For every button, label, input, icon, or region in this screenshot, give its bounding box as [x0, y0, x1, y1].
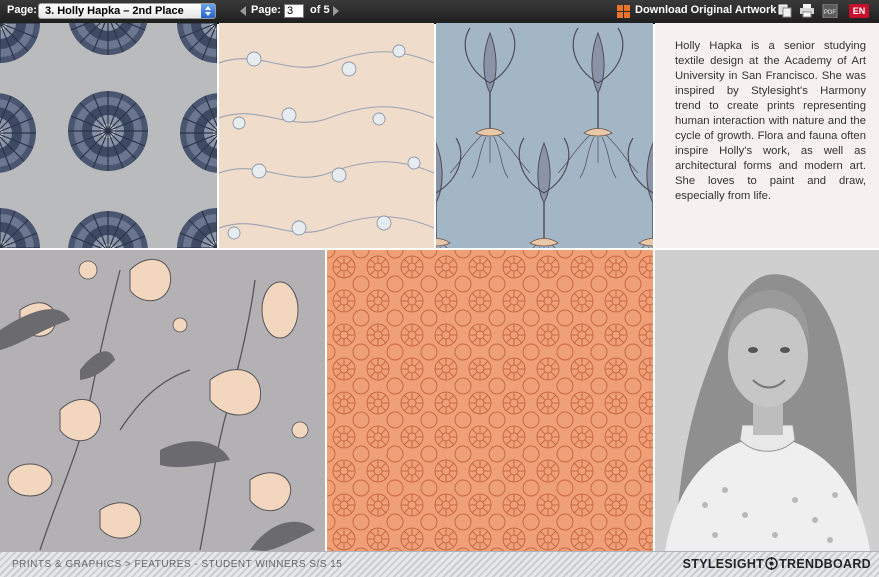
designer-portrait-photo — [655, 250, 879, 551]
next-page-icon[interactable] — [333, 6, 339, 16]
tree-crown-artwork — [0, 23, 217, 248]
floral-vine-artwork — [219, 44, 434, 240]
designer-bio-panel: Holly Hapka is a senior studying textile… — [655, 23, 879, 248]
page-select-label: Page: — [7, 4, 37, 16]
previous-page-icon[interactable] — [240, 6, 246, 16]
brand-logo: STYLESIGHT TRENDBOARD — [683, 557, 871, 571]
select-arrows-icon[interactable] — [201, 4, 215, 18]
designer-bio-text: Holly Hapka is a senior studying textile… — [675, 40, 866, 202]
iris-root-artwork — [436, 27, 653, 248]
print-icon[interactable] — [799, 4, 815, 18]
pdf-icon[interactable]: PDF — [822, 4, 838, 18]
daisy-artwork — [327, 250, 653, 551]
bottom-bar: PRINTS & GRAPHICS > FEATURES - STUDENT W… — [0, 551, 879, 577]
pdf-icon-label: PDF — [824, 10, 836, 16]
page-number-label: Page: — [251, 4, 281, 16]
page-select-dropdown[interactable]: 3. Holly Hapka – 2nd Place — [38, 3, 216, 19]
breadcrumb[interactable]: PRINTS & GRAPHICS > FEATURES - STUDENT W… — [12, 559, 342, 570]
gray-botanical-tile — [0, 250, 325, 551]
brand-right-text: TRENDBOARD — [779, 557, 871, 571]
orange-daisy-tile — [327, 250, 653, 551]
download-artwork-button[interactable]: Download Original Artwork — [635, 4, 776, 16]
portrait-illustration — [655, 250, 879, 551]
page-count-text: of 5 — [310, 4, 330, 16]
tree-crown-pattern-tile — [0, 23, 217, 248]
page-select-value: 3. Holly Hapka – 2nd Place — [45, 5, 184, 17]
top-toolbar: Page: 3. Holly Hapka – 2nd Place Page: 3… — [0, 0, 879, 24]
blue-iris-root-tile — [436, 23, 653, 248]
peach-floral-vine-tile — [219, 23, 434, 248]
page-number-input[interactable]: 3 — [284, 4, 304, 18]
copy-icon[interactable] — [778, 4, 792, 18]
brand-dial-icon — [765, 557, 778, 570]
language-badge[interactable]: EN — [849, 4, 869, 18]
brand-left-text: STYLESIGHT — [682, 557, 765, 571]
botanical-artwork — [0, 258, 315, 551]
grid-icon[interactable] — [617, 5, 630, 18]
